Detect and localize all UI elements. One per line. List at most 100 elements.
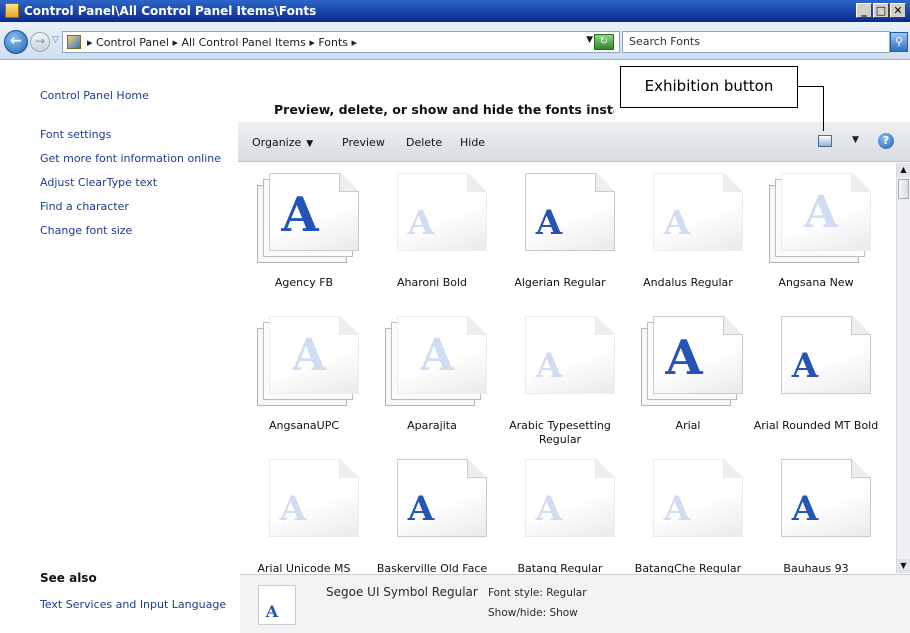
breadcrumb[interactable]: ▸ Control Panel ▸ All Control Panel Item… xyxy=(62,31,620,53)
close-button[interactable]: ✕ xyxy=(890,3,906,18)
page-fold xyxy=(723,459,743,478)
font-glyph: A xyxy=(279,489,307,529)
font-item[interactable]: A Batang Regular xyxy=(496,449,624,573)
hide-button[interactable]: Hide xyxy=(460,136,485,149)
search-icon[interactable]: ⚲ xyxy=(890,32,908,52)
font-item[interactable]: A BatangChe Regular xyxy=(624,449,752,573)
font-item[interactable]: A Arial xyxy=(624,306,752,444)
font-file-icon: A xyxy=(257,459,361,549)
text-services-link[interactable]: Text Services and Input Language xyxy=(40,598,226,611)
callout-line xyxy=(798,86,824,87)
font-item[interactable]: A Arial Unicode MS xyxy=(240,449,368,573)
delete-button[interactable]: Delete xyxy=(406,136,442,149)
font-name-label: Batang Regular xyxy=(517,562,603,573)
vertical-scrollbar[interactable]: ▲ ▼ xyxy=(896,163,910,573)
font-glyph: A xyxy=(535,203,563,243)
font-item[interactable]: A Agency FB xyxy=(240,163,368,301)
font-style-value: Font style: Regular xyxy=(488,587,587,599)
scroll-up-button[interactable]: ▲ xyxy=(897,163,910,177)
font-item[interactable]: A Arabic Typesetting Regular xyxy=(496,306,624,446)
font-file-icon: A xyxy=(769,173,873,263)
chevron-down-icon: ▼ xyxy=(306,139,314,149)
crumb-all-items[interactable]: All Control Panel Items xyxy=(181,36,305,49)
font-item[interactable]: A Aharoni Bold xyxy=(368,163,496,301)
font-file-icon: A xyxy=(641,173,745,263)
change-font-size-link[interactable]: Change font size xyxy=(40,224,132,237)
font-name-label: BatangChe Regular xyxy=(634,562,742,573)
font-glyph: A xyxy=(535,489,563,529)
find-character-link[interactable]: Find a character xyxy=(40,200,129,213)
view-icon[interactable] xyxy=(818,135,832,147)
control-panel-icon xyxy=(67,35,81,49)
font-name-label: Andalus Regular xyxy=(643,276,733,289)
font-name-label: Arial Rounded MT Bold xyxy=(753,419,879,432)
scroll-thumb[interactable] xyxy=(898,179,909,199)
refresh-icon[interactable]: ↻ xyxy=(594,34,614,50)
font-glyph: A xyxy=(281,187,319,243)
font-item[interactable]: A Angsana New xyxy=(752,163,880,301)
scroll-down-button[interactable]: ▼ xyxy=(897,559,910,573)
font-glyph: A xyxy=(535,346,563,386)
font-glyph: A xyxy=(407,489,435,529)
font-item[interactable]: A Arial Rounded MT Bold xyxy=(752,306,880,444)
page-fold xyxy=(467,173,487,192)
exhibition-callout: Exhibition button xyxy=(620,66,798,108)
font-item[interactable]: A Baskerville Old Face xyxy=(368,449,496,573)
font-item[interactable]: A AngsanaUPC xyxy=(240,306,368,444)
font-glyph: A xyxy=(791,489,819,529)
font-settings-link[interactable]: Font settings xyxy=(40,128,111,141)
font-name-label: Baskerville Old Face xyxy=(376,562,488,573)
preview-button[interactable]: Preview xyxy=(342,136,385,149)
page-title: Preview, delete, or show and hide the fo… xyxy=(274,102,614,117)
crumb-fonts[interactable]: Fonts xyxy=(318,36,348,49)
title-bar: Control Panel\All Control Panel Items\Fo… xyxy=(0,0,910,22)
font-file-icon: A xyxy=(257,316,361,406)
organize-label: Organize xyxy=(252,136,302,149)
font-item[interactable]: A Andalus Regular xyxy=(624,163,752,301)
address-dropdown-icon[interactable]: ▼ xyxy=(586,35,593,45)
see-also-heading: See also xyxy=(40,571,97,585)
organize-button[interactable]: Organize ▼ xyxy=(252,136,313,149)
font-file-icon: A xyxy=(769,459,873,549)
page-fold xyxy=(467,459,487,478)
crumb-control-panel[interactable]: Control Panel xyxy=(96,36,169,49)
font-name-label: Aharoni Bold xyxy=(396,276,468,289)
font-item[interactable]: A Aparajita xyxy=(368,306,496,444)
font-file-icon: A xyxy=(513,459,617,549)
recent-pages-dropdown[interactable]: ▽ xyxy=(52,35,59,45)
window-controls: _ □ ✕ xyxy=(856,3,906,18)
back-arrow-icon[interactable]: ← xyxy=(4,30,28,54)
page-fold xyxy=(595,459,615,478)
minimize-button[interactable]: _ xyxy=(856,3,872,18)
maximize-button[interactable]: □ xyxy=(873,3,889,18)
page-fold xyxy=(339,173,359,192)
folder-icon xyxy=(5,3,19,18)
font-file-icon: A xyxy=(257,173,361,263)
view-options-dropdown[interactable]: ▼ xyxy=(852,135,859,145)
font-info-online-link[interactable]: Get more font information online xyxy=(40,152,221,165)
font-glyph: A xyxy=(791,346,819,386)
font-file-icon: A xyxy=(513,173,617,263)
font-grid: A Agency FB A Aharoni Bold A Algerian Regular… xyxy=(240,163,896,573)
help-icon[interactable]: ? xyxy=(878,133,894,149)
forward-arrow-icon[interactable]: → xyxy=(30,32,50,52)
font-item[interactable]: A Algerian Regular xyxy=(496,163,624,301)
selected-font-name: Segoe UI Symbol Regular xyxy=(326,585,478,599)
font-glyph: A xyxy=(419,330,455,381)
font-name-label: AngsanaUPC xyxy=(268,419,340,432)
font-glyph: A xyxy=(803,187,839,238)
font-glyph: A xyxy=(291,330,327,381)
font-name-label: Bauhaus 93 xyxy=(783,562,849,573)
font-name-label: Arial Unicode MS xyxy=(257,562,351,573)
search-input[interactable]: Search Fonts xyxy=(622,31,890,53)
cleartype-link[interactable]: Adjust ClearType text xyxy=(40,176,157,189)
window-title: Control Panel\All Control Panel Items\Fo… xyxy=(24,4,317,18)
control-panel-home-link[interactable]: Control Panel Home xyxy=(40,89,149,102)
page-fold xyxy=(595,316,615,335)
left-pane: Control Panel Home Font settings Get mor… xyxy=(0,61,238,633)
font-file-icon: A xyxy=(385,316,489,406)
font-item[interactable]: A Bauhaus 93 xyxy=(752,449,880,573)
font-file-icon: A xyxy=(385,459,489,549)
page-fold xyxy=(723,316,743,335)
page-fold xyxy=(339,459,359,478)
